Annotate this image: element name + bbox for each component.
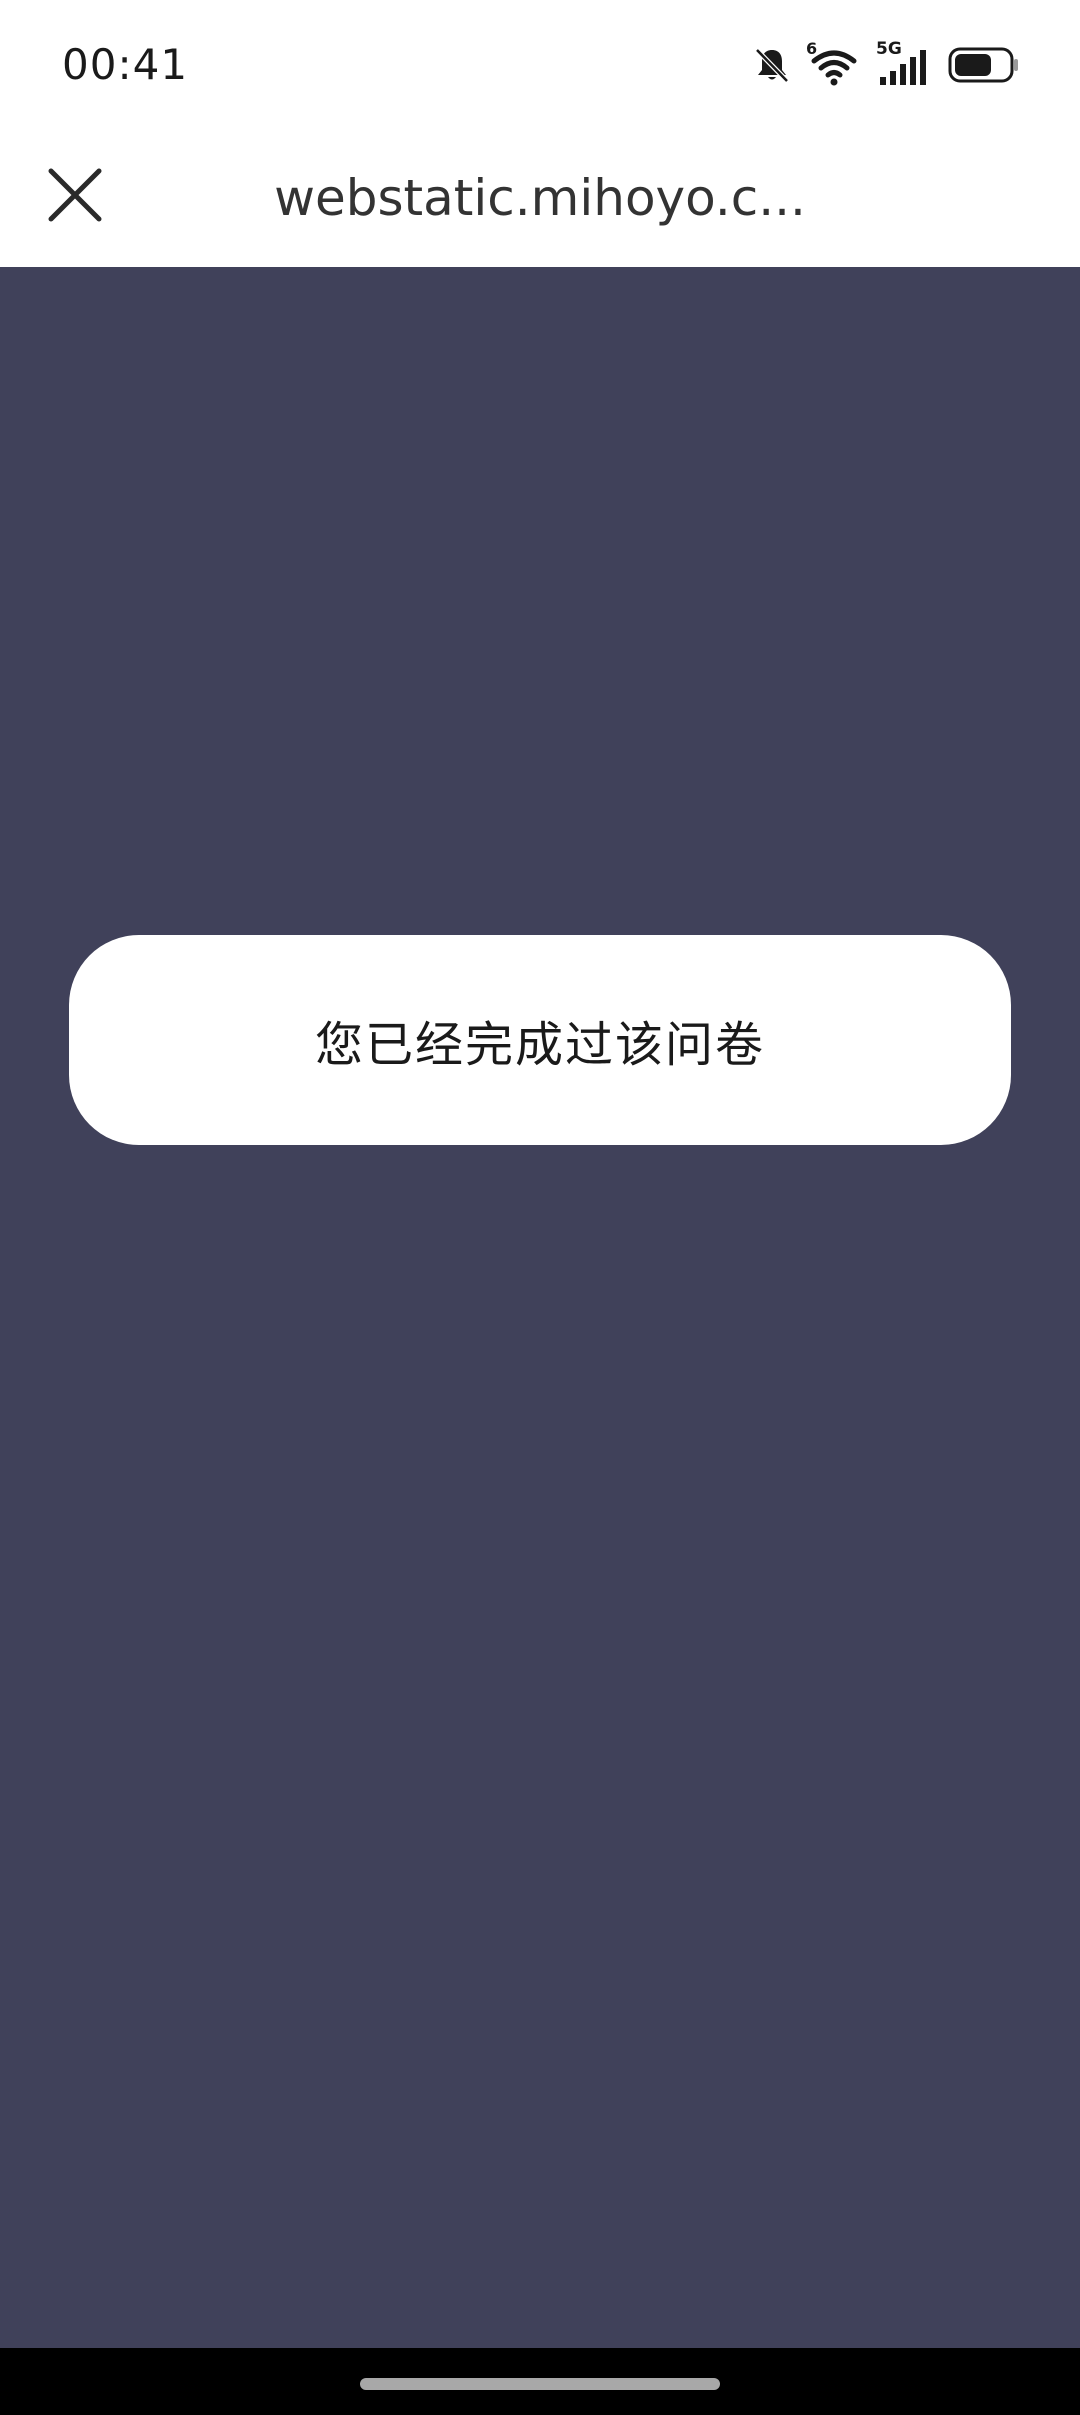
home-indicator[interactable] [360, 2378, 720, 2390]
web-content [0, 267, 1080, 2348]
navigation-gesture-bar [0, 2348, 1080, 2415]
page-title: webstatic.mihoyo.c... [274, 169, 806, 227]
bell-muted-icon [752, 45, 792, 89]
battery-icon [948, 47, 1020, 87]
wifi-badge: 6 [806, 39, 818, 58]
toast-message: 您已经完成过该问卷 [314, 1017, 765, 1073]
wifi-icon: 6 [806, 39, 858, 87]
close-icon [48, 168, 102, 222]
nav-bar: webstatic.mihoyo.c... [0, 130, 1080, 267]
status-time: 00:41 [62, 40, 189, 89]
close-button[interactable] [40, 160, 110, 230]
status-bar: 00:41 6 5G [0, 0, 1080, 130]
toast-dialog: 您已经完成过该问卷 [69, 935, 1011, 1145]
status-icons: 6 5G [752, 39, 1020, 90]
cellular-signal-icon: 5G [876, 39, 930, 87]
